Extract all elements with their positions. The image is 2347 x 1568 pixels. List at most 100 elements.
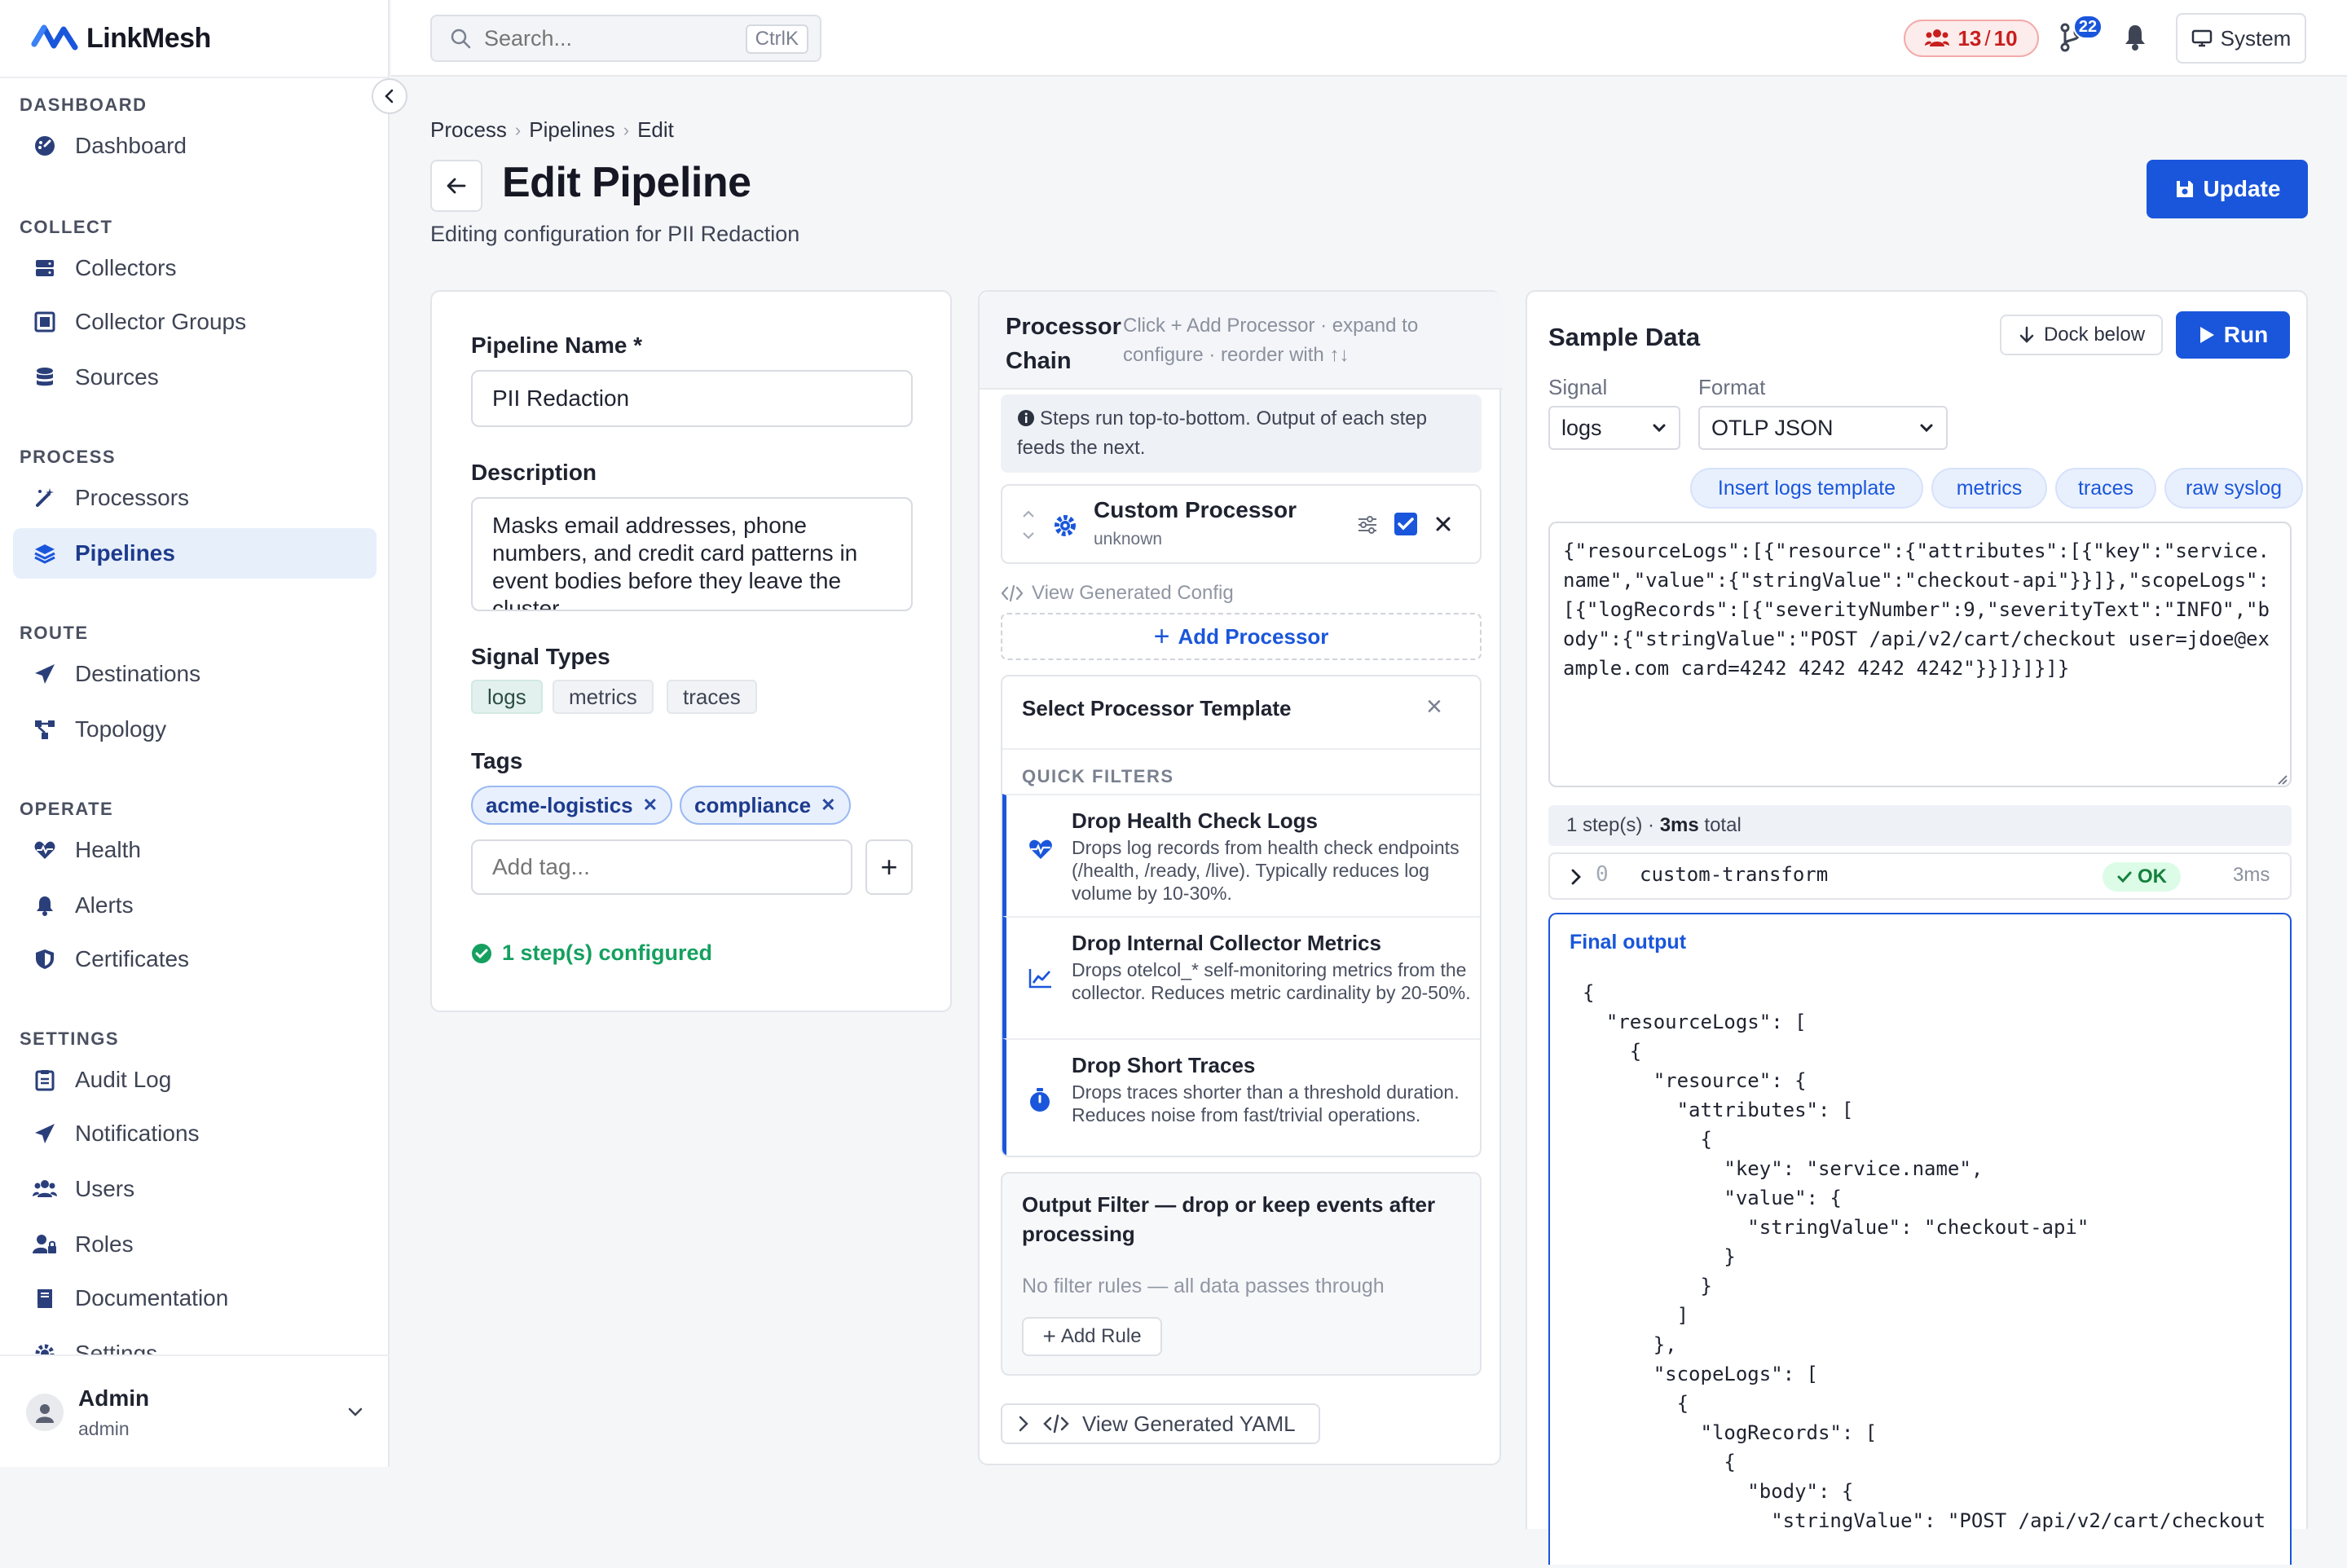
sample-data-card: Sample Data Dock below Run Signal logs F… xyxy=(1526,290,2308,1565)
signal-chip-traces[interactable]: traces xyxy=(667,680,757,714)
avatar xyxy=(26,1394,64,1431)
sidebar-item-roles[interactable]: Roles xyxy=(13,1219,376,1270)
shield-icon xyxy=(33,947,57,971)
back-button[interactable] xyxy=(430,160,482,212)
processor-item[interactable]: Custom Processor unknown xyxy=(1001,484,1482,564)
view-generated-config-link[interactable]: View Generated Config xyxy=(1001,582,1234,605)
sidebar-item-label: Collectors xyxy=(75,255,177,280)
close-icon[interactable]: × xyxy=(1426,691,1442,723)
sidebar-item-audit-log[interactable]: Audit Log xyxy=(13,1055,376,1105)
final-output-json: { "resourceLogs": [ { "resource": { "att… xyxy=(1583,981,2266,1532)
nav-section-settings: SETTINGS xyxy=(20,1028,120,1049)
nav-section-operate: OPERATE xyxy=(20,799,114,819)
bell-icon[interactable] xyxy=(2122,23,2148,52)
breadcrumb-process[interactable]: Process xyxy=(430,117,507,143)
sidebar-item-destinations[interactable]: Destinations xyxy=(13,649,376,699)
description-textarea[interactable]: Masks email addresses, phone numbers, an… xyxy=(471,497,913,611)
add-processor-button[interactable]: + Add Processor xyxy=(1001,613,1482,660)
sliders-icon[interactable] xyxy=(1356,513,1379,536)
monitor-icon xyxy=(2191,29,2212,47)
info-icon xyxy=(1018,410,1034,426)
sidebar-item-alerts[interactable]: Alerts xyxy=(13,880,376,931)
resize-handle-icon[interactable] xyxy=(2275,773,2288,786)
add-rule-label: Add Rule xyxy=(1060,1325,1142,1347)
sidebar-item-label: Alerts xyxy=(75,892,134,918)
theme-label: System xyxy=(2220,25,2292,51)
sidebar-item-notifications[interactable]: Notifications xyxy=(13,1108,376,1159)
sidebar-item-sources[interactable]: Sources xyxy=(13,352,376,403)
search-box[interactable]: CtrlK xyxy=(430,15,821,62)
format-select[interactable]: OTLP JSON xyxy=(1698,406,1948,450)
sidebar-item-documentation[interactable]: Documentation xyxy=(13,1273,376,1324)
dock-label: Dock below xyxy=(2043,324,2146,346)
sidebar-item-users[interactable]: Users xyxy=(13,1164,376,1214)
output-filter-title: Output Filter — drop or keep events afte… xyxy=(1022,1192,1436,1246)
sidebar-item-pipelines[interactable]: Pipelines xyxy=(13,528,376,579)
gear-icon xyxy=(1055,515,1076,536)
run-label: Run xyxy=(2223,322,2269,347)
signal-select[interactable]: logs xyxy=(1548,406,1680,450)
sidebar-item-certificates[interactable]: Certificates xyxy=(13,934,376,984)
sidebar-item-topology[interactable]: Topology xyxy=(13,704,376,755)
sidebar-item-label: Processors xyxy=(75,485,190,510)
update-label: Update xyxy=(2203,176,2281,201)
signal-chip-metrics[interactable]: metrics xyxy=(553,680,654,714)
sample-input-editor[interactable]: {"resourceLogs":[{"resource":{"attribute… xyxy=(1548,522,2292,787)
nav-section-dashboard: DASHBOARD xyxy=(20,95,148,115)
sidebar-item-label: Settings xyxy=(75,1341,158,1354)
page-title: Edit Pipeline xyxy=(502,159,751,206)
reorder-arrows-icon[interactable] xyxy=(1020,505,1037,546)
traces-template-pill[interactable]: traces xyxy=(2055,468,2156,509)
collector-limit-badge[interactable]: 13 / 10 xyxy=(1904,20,2039,57)
chevron-down-icon[interactable] xyxy=(346,1402,365,1421)
add-tag-button[interactable]: + xyxy=(865,839,913,895)
template-item-drop-short-traces[interactable]: Drop Short Traces Drops traces shorter t… xyxy=(1002,1038,1480,1156)
topbar: CtrlK 13 / 10 22 System xyxy=(391,0,2347,77)
view-generated-yaml-button[interactable]: View Generated YAML xyxy=(1001,1403,1320,1444)
breadcrumb-pipelines[interactable]: Pipelines xyxy=(529,117,615,143)
sidebar-item-label: Topology xyxy=(75,716,167,742)
sidebar-item-settings[interactable]: Settings xyxy=(13,1328,376,1354)
theme-toggle-button[interactable]: System xyxy=(2176,13,2306,64)
template-item-drop-internal-collector-metrics[interactable]: Drop Internal Collector Metrics Drops ot… xyxy=(1002,916,1480,1038)
processor-chain-card: Processor Chain Click + Add Processor · … xyxy=(978,290,1503,1465)
format-select-value: OTLP JSON xyxy=(1711,415,1834,440)
tags-label: Tags xyxy=(471,748,523,773)
sidebar-item-collector-groups[interactable]: Collector Groups xyxy=(13,297,376,347)
pipeline-name-input[interactable] xyxy=(471,370,913,427)
add-rule-button[interactable]: + Add Rule xyxy=(1022,1317,1162,1356)
search-input[interactable] xyxy=(484,25,712,51)
sidebar-item-health[interactable]: Health xyxy=(13,825,376,875)
signal-chip-logs[interactable]: logs xyxy=(471,680,543,714)
dock-below-button[interactable]: Dock below xyxy=(2000,315,2163,355)
step-result-row[interactable]: 0 custom-transform OK 3ms xyxy=(1548,852,2292,900)
sidebar-item-label: Collector Groups xyxy=(75,309,247,334)
sidebar-item-dashboard[interactable]: Dashboard xyxy=(13,121,376,171)
breadcrumb-separator-icon: › xyxy=(623,119,630,140)
template-item-drop-health-check-logs[interactable]: Drop Health Check Logs Drops log records… xyxy=(1002,794,1480,916)
sidebar: LinkMesh DASHBOARD Dashboard COLLECT Col… xyxy=(0,0,390,1467)
sidebar-item-label: Dashboard xyxy=(75,133,187,158)
sidebar-item-collectors[interactable]: Collectors xyxy=(13,243,376,293)
remove-tag-icon[interactable]: ✕ xyxy=(821,795,835,816)
user-menu[interactable]: Admin admin xyxy=(0,1354,390,1467)
heart-pulse-icon xyxy=(33,838,57,862)
enabled-checkbox[interactable] xyxy=(1394,512,1418,536)
insert-logs-template-pill[interactable]: Insert logs template xyxy=(1690,468,1923,509)
user-lock-icon xyxy=(33,1232,57,1257)
update-button[interactable]: Update xyxy=(2147,160,2308,218)
remove-tag-icon[interactable]: ✕ xyxy=(643,795,658,816)
view-yaml-label: View Generated YAML xyxy=(1082,1411,1296,1436)
metrics-template-pill[interactable]: metrics xyxy=(1931,468,2047,509)
collapse-sidebar-button[interactable] xyxy=(372,78,407,114)
template-description: Drops otelcol_* self-monitoring metrics … xyxy=(1072,959,1471,1003)
layers-icon xyxy=(33,541,57,566)
code-icon xyxy=(1043,1414,1069,1434)
add-tag-input[interactable] xyxy=(471,839,852,895)
info-text: Steps run top-to-bottom. Output of each … xyxy=(1017,407,1427,459)
run-button[interactable]: Run xyxy=(2176,311,2290,359)
close-icon[interactable] xyxy=(1434,515,1452,533)
brand-logo[interactable]: LinkMesh xyxy=(31,18,211,59)
raw-syslog-template-pill[interactable]: raw syslog xyxy=(2164,468,2303,509)
sidebar-item-processors[interactable]: Processors xyxy=(13,473,376,523)
